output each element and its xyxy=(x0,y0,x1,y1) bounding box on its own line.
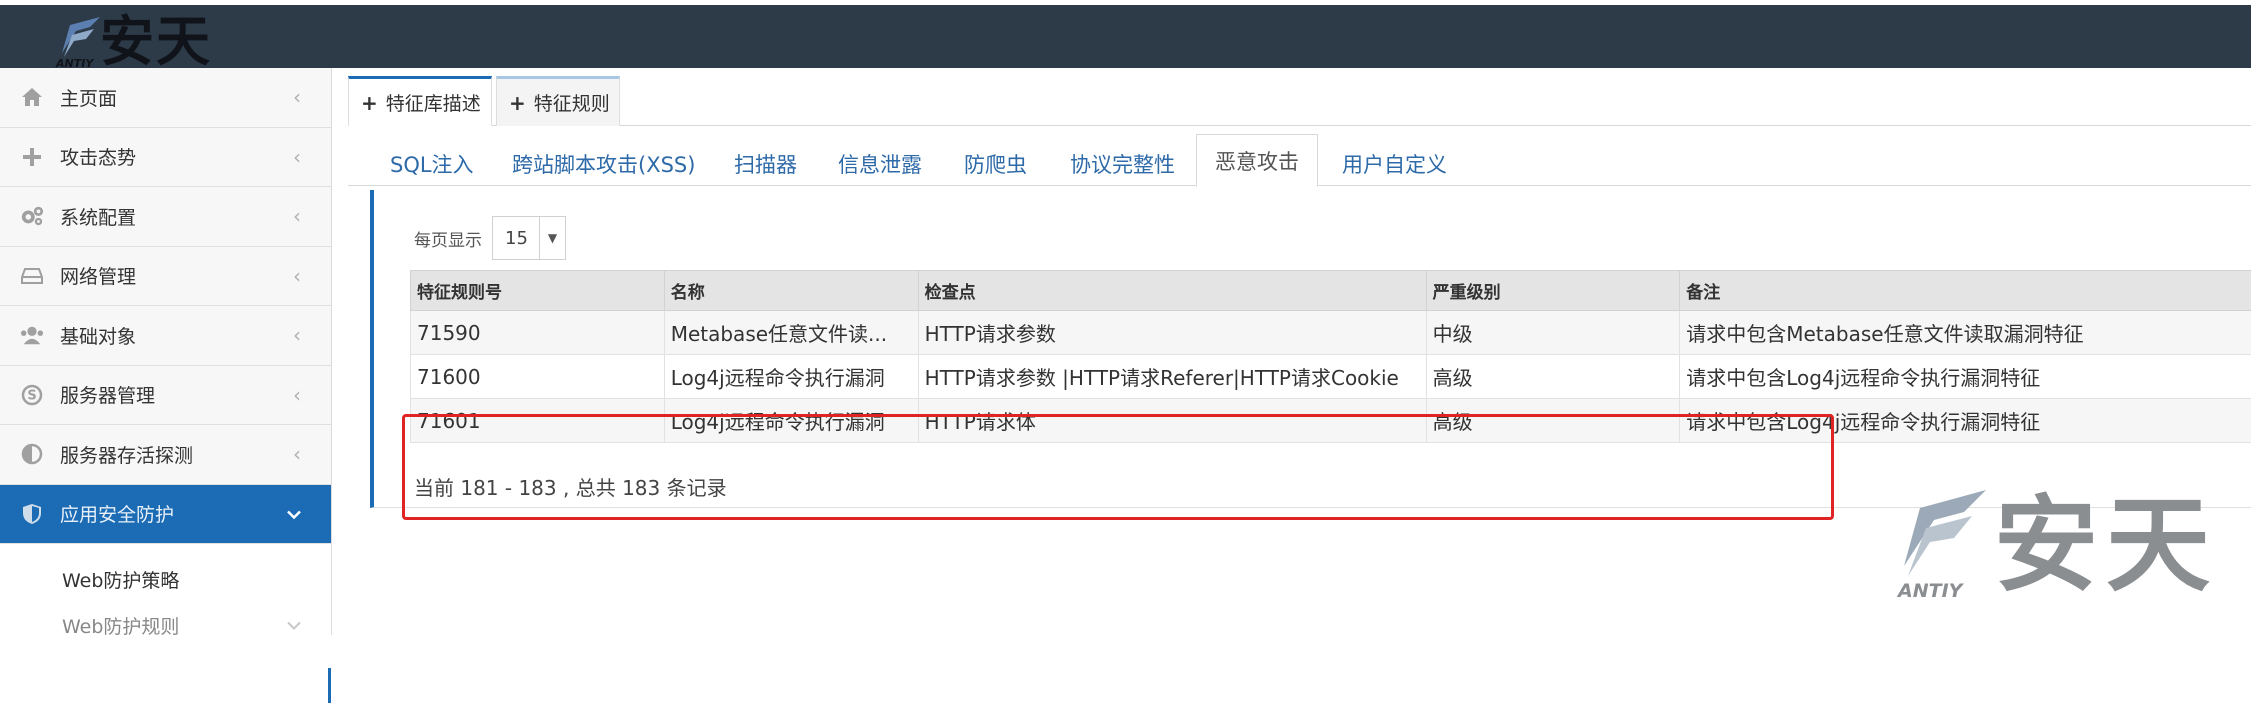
sidebar-subitem-label: Web防护策略 xyxy=(62,566,179,593)
table-header-row: 特征规则号 名称 检查点 严重级别 备注 xyxy=(411,271,2251,311)
column-header-severity[interactable]: 严重级别 xyxy=(1426,271,1680,311)
cell-remarks: 请求中包含Log4j远程命令执行漏洞特征 xyxy=(1680,355,2251,399)
tab-protocol-integrity[interactable]: 协议完整性 xyxy=(1070,142,1175,186)
sidebar-item-label: 服务器存活探测 xyxy=(60,441,193,468)
tab-label: 特征规则 xyxy=(534,89,610,116)
sidebar-subitem-web-rules[interactable]: Web防护规则 xyxy=(0,602,331,648)
top-tab-bar: + 特征库描述 + 特征规则 xyxy=(348,76,2251,126)
chevron-left-icon: ‹ xyxy=(293,145,301,169)
chevron-left-icon: ‹ xyxy=(293,383,301,407)
skype-icon: S xyxy=(20,383,44,407)
sidebar-item-label: 应用安全防护 xyxy=(60,500,174,527)
chevron-left-icon: ‹ xyxy=(293,442,301,466)
tab-xss[interactable]: 跨站脚本攻击(XSS) xyxy=(512,142,695,186)
sidebar-item-server-management[interactable]: S 服务器管理 ‹ xyxy=(0,366,331,426)
watermark-logo: 安天 ANTIY xyxy=(1898,480,2218,610)
home-icon xyxy=(20,85,44,109)
plus-icon: + xyxy=(361,91,378,115)
sidebar-item-label: 主页面 xyxy=(60,84,117,111)
cell-severity: 高级 xyxy=(1426,355,1680,399)
tab-label: 特征库描述 xyxy=(386,89,481,116)
per-page-control: 每页显示 15 ▼ xyxy=(414,216,566,260)
per-page-select[interactable]: 15 ▼ xyxy=(492,216,566,260)
chevron-left-icon: ‹ xyxy=(293,264,301,288)
sidebar-item-attack-situation[interactable]: 攻击态势 ‹ xyxy=(0,128,331,188)
cell-checkpoint: HTTP请求参数 xyxy=(918,311,1426,355)
sidebar-item-app-security[interactable]: 应用安全防护 xyxy=(0,485,331,545)
tab-feature-rules[interactable]: + 特征规则 xyxy=(496,76,620,126)
cell-name: Log4j远程命令执行漏洞 xyxy=(664,355,918,399)
chevron-left-icon: ‹ xyxy=(293,204,301,228)
plus-icon xyxy=(20,145,44,169)
sidebar-item-label: 网络管理 xyxy=(60,262,136,289)
tab-info-leak[interactable]: 信息泄露 xyxy=(838,142,922,186)
svg-text:S: S xyxy=(27,388,36,403)
cell-checkpoint: HTTP请求参数 |HTTP请求Referer|HTTP请求Cookie xyxy=(918,355,1426,399)
column-header-rule-id[interactable]: 特征规则号 xyxy=(411,271,665,311)
highlight-box xyxy=(402,414,1834,520)
cell-severity: 中级 xyxy=(1426,311,1680,355)
sidebar-item-label: 服务器管理 xyxy=(60,381,155,408)
sidebar-item-server-liveness[interactable]: 服务器存活探测 ‹ xyxy=(0,425,331,485)
sidebar-subitem-web-policy[interactable]: Web防护策略 xyxy=(0,556,331,602)
chevron-left-icon: ‹ xyxy=(293,323,301,347)
sidebar: 主页面 ‹ 攻击态势 ‹ 系统配置 ‹ 网络管理 ‹ 基础对象 ‹ S 服务器管… xyxy=(0,68,332,635)
active-subitem-indicator xyxy=(328,668,331,703)
gears-icon xyxy=(20,204,44,228)
column-header-remarks[interactable]: 备注 xyxy=(1680,271,2251,311)
plus-icon: + xyxy=(509,91,526,115)
top-bar: 安天 ANTIY xyxy=(0,0,2251,68)
sidebar-item-home[interactable]: 主页面 ‹ xyxy=(0,68,331,128)
tab-sql-injection[interactable]: SQL注入 xyxy=(390,142,474,186)
cell-remarks: 请求中包含Metabase任意文件读取漏洞特征 xyxy=(1680,311,2251,355)
shield-icon xyxy=(20,502,44,526)
tab-feature-library[interactable]: + 特征库描述 xyxy=(348,76,492,126)
cell-name: Metabase任意文件读... xyxy=(664,311,918,355)
per-page-label: 每页显示 xyxy=(414,226,482,251)
sidebar-item-label: 基础对象 xyxy=(60,322,136,349)
sidebar-item-system-config[interactable]: 系统配置 ‹ xyxy=(0,187,331,247)
record-count: 当前 181 - 183 , 总共 183 条记录 xyxy=(414,472,727,501)
tab-user-defined[interactable]: 用户自定义 xyxy=(1342,142,1447,186)
tab-malicious-attack[interactable]: 恶意攻击 xyxy=(1196,134,1318,187)
half-circle-icon xyxy=(20,442,44,466)
sidebar-item-label: 系统配置 xyxy=(60,203,136,230)
chevron-down-icon xyxy=(287,616,301,635)
chevron-left-icon: ‹ xyxy=(293,85,301,109)
tab-scanner[interactable]: 扫描器 xyxy=(734,142,797,186)
watermark-mark-icon xyxy=(1900,486,1992,582)
chevron-down-icon xyxy=(287,504,301,523)
caret-down-icon[interactable]: ▼ xyxy=(539,217,565,259)
users-icon xyxy=(20,323,44,347)
logo-text: 安天 xyxy=(100,11,212,73)
watermark-text: 安天 xyxy=(1994,480,2218,610)
column-header-checkpoint[interactable]: 检查点 xyxy=(918,271,1426,311)
cell-rule-id: 71600 xyxy=(411,355,665,399)
per-page-value: 15 xyxy=(505,228,528,249)
brand-logo[interactable]: 安天 ANTIY xyxy=(56,11,226,73)
cell-rule-id: 71590 xyxy=(411,311,665,355)
sidebar-spacer xyxy=(0,544,331,556)
tab-anti-crawler[interactable]: 防爬虫 xyxy=(964,142,1027,186)
category-tab-bar: SQL注入 跨站脚本攻击(XSS) 扫描器 信息泄露 防爬虫 协议完整性 恶意攻… xyxy=(348,132,2251,186)
rules-panel: 每页显示 15 ▼ 特征规则号 名称 检查点 严重级别 备注 xyxy=(370,190,2251,508)
hdd-icon xyxy=(20,264,44,288)
table-row[interactable]: 71600 Log4j远程命令执行漏洞 HTTP请求参数 |HTTP请求Refe… xyxy=(411,355,2251,399)
logo-mark-icon xyxy=(60,15,104,61)
sidebar-item-network-management[interactable]: 网络管理 ‹ xyxy=(0,247,331,307)
watermark-subtext: ANTIY xyxy=(1898,580,1962,602)
sidebar-subitem-label: Web防护规则 xyxy=(62,612,179,639)
sidebar-item-label: 攻击态势 xyxy=(60,143,136,170)
table-row[interactable]: 71590 Metabase任意文件读... HTTP请求参数 中级 请求中包含… xyxy=(411,311,2251,355)
column-header-name[interactable]: 名称 xyxy=(664,271,918,311)
sidebar-item-basic-objects[interactable]: 基础对象 ‹ xyxy=(0,306,331,366)
